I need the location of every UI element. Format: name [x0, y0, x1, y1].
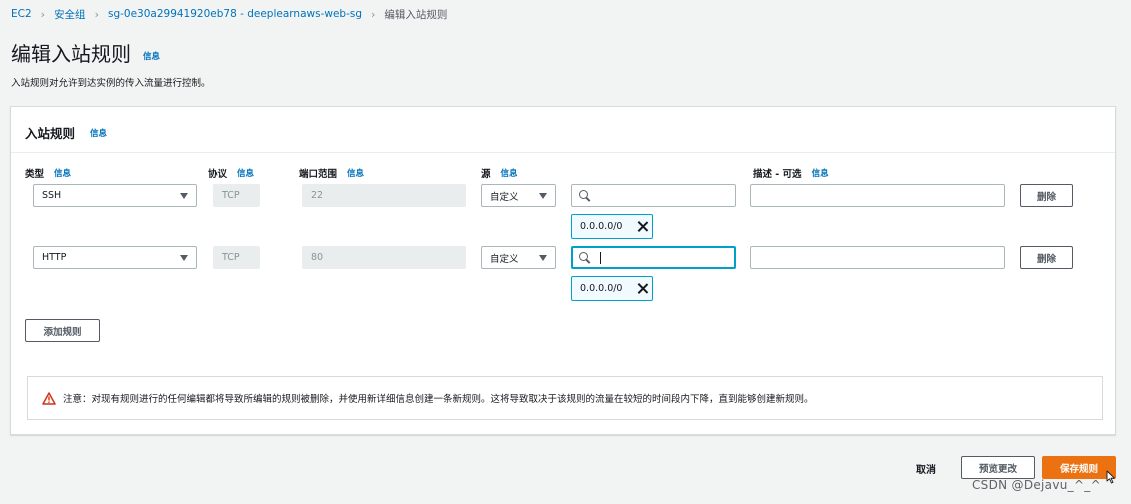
save-rules-label: 保存规则: [1059, 463, 1098, 475]
panel-header: 入站规则 信息: [11, 107, 1115, 153]
caret-down-icon: [180, 193, 188, 199]
rule-type-value: HTTP: [42, 252, 67, 263]
column-label-port-range: 端口范围: [299, 169, 338, 180]
protocol-info-link[interactable]: 信息: [237, 167, 254, 179]
breadcrumb-security-group[interactable]: sg-0e30a29941920eb78 - deeplearnaws-web-…: [108, 8, 362, 20]
description-input[interactable]: [750, 184, 1005, 207]
chevron-right-icon: ›: [40, 7, 46, 21]
cancel-button[interactable]: 取消: [916, 461, 936, 476]
description-info-link[interactable]: 信息: [812, 167, 829, 179]
text-cursor: [600, 251, 601, 264]
cidr-token: 0.0.0.0/0: [571, 214, 653, 239]
caret-down-icon: [539, 255, 547, 261]
delete-rule-button[interactable]: 删除: [1020, 246, 1073, 269]
column-header-protocol: 协议 信息: [208, 166, 254, 180]
source-type-value: 自定义: [490, 191, 519, 203]
port-range-field: 80: [302, 246, 466, 269]
breadcrumb-ec2[interactable]: EC2: [11, 8, 32, 20]
caret-down-icon: [180, 255, 188, 261]
source-search-input[interactable]: [571, 184, 736, 207]
source-type-select[interactable]: 自定义: [481, 246, 556, 269]
port-range-value: 80: [311, 252, 324, 263]
breadcrumb-current: 编辑入站规则: [384, 8, 448, 21]
delete-label: 删除: [1036, 191, 1056, 203]
delete-rule-button[interactable]: 删除: [1020, 184, 1073, 207]
column-header-type: 类型 信息: [25, 166, 71, 180]
port-range-value: 22: [311, 190, 324, 201]
protocol-value: TCP: [222, 190, 240, 201]
source-type-value: 自定义: [490, 253, 519, 265]
inbound-rules-panel: 入站规则 信息 类型 信息 协议 信息 端口范围 信息 源 信息 描述 - 可选…: [10, 106, 1116, 435]
breadcrumb-security-groups[interactable]: 安全组: [54, 7, 86, 22]
rule-type-select[interactable]: SSH: [33, 184, 197, 207]
page-title: 编辑入站规则: [11, 42, 131, 66]
column-header-description: 描述 - 可选 信息: [753, 166, 829, 180]
rule-type-value: SSH: [42, 190, 62, 201]
add-rule-label: 添加规则: [43, 326, 82, 338]
source-search-input[interactable]: [571, 246, 736, 269]
warning-notice: 注意：对现有规则进行的任何编辑都将导致所编辑的规则被删除，并使用新详细信息创建一…: [27, 376, 1103, 420]
warning-text: 注意：对现有规则进行的任何编辑都将导致所编辑的规则被删除，并使用新详细信息创建一…: [63, 394, 814, 405]
save-rules-button[interactable]: 保存规则: [1042, 456, 1116, 479]
cidr-value: 0.0.0.0/0: [580, 283, 623, 294]
caret-down-icon: [539, 193, 547, 199]
source-type-select[interactable]: 自定义: [481, 184, 556, 207]
panel-info-link[interactable]: 信息: [90, 127, 107, 139]
delete-label: 删除: [1036, 253, 1056, 265]
search-icon: [579, 251, 591, 264]
column-label-description: 描述 - 可选: [753, 169, 802, 180]
port-range-info-link[interactable]: 信息: [347, 167, 364, 179]
cidr-token: 0.0.0.0/0: [571, 276, 653, 301]
description-input[interactable]: [750, 246, 1005, 269]
column-header-source: 源 信息: [481, 166, 518, 180]
close-icon[interactable]: [636, 282, 649, 295]
column-label-source: 源: [481, 169, 491, 180]
column-label-protocol: 协议: [208, 169, 228, 180]
search-icon: [579, 189, 591, 202]
breadcrumb: EC2 › 安全组 › sg-0e30a29941920eb78 - deepl…: [11, 7, 447, 21]
page-info-link[interactable]: 信息: [143, 50, 160, 62]
rule-type-select[interactable]: HTTP: [33, 246, 197, 269]
preview-changes-label: 预览更改: [978, 463, 1017, 475]
protocol-value: TCP: [222, 252, 240, 263]
column-label-type: 类型: [25, 169, 45, 180]
close-icon[interactable]: [636, 220, 649, 233]
type-info-link[interactable]: 信息: [54, 167, 71, 179]
chevron-right-icon: ›: [94, 7, 99, 21]
chevron-right-icon: ›: [371, 7, 376, 21]
add-rule-button[interactable]: 添加规则: [25, 319, 100, 342]
protocol-field: TCP: [213, 184, 260, 207]
panel-title: 入站规则: [25, 126, 76, 141]
source-info-link[interactable]: 信息: [501, 167, 518, 179]
watermark: CSDN @Dejavu_^_^: [972, 478, 1101, 492]
preview-changes-button[interactable]: 预览更改: [961, 456, 1035, 479]
page-description: 入站规则对允许到达实例的传入流量进行控制。: [11, 78, 211, 89]
warning-icon: [42, 391, 56, 405]
mouse-pointer-icon: [1106, 470, 1115, 484]
cidr-value: 0.0.0.0/0: [580, 221, 623, 232]
protocol-field: TCP: [213, 246, 260, 269]
column-header-port-range: 端口范围 信息: [299, 166, 364, 180]
port-range-field: 22: [302, 184, 466, 207]
